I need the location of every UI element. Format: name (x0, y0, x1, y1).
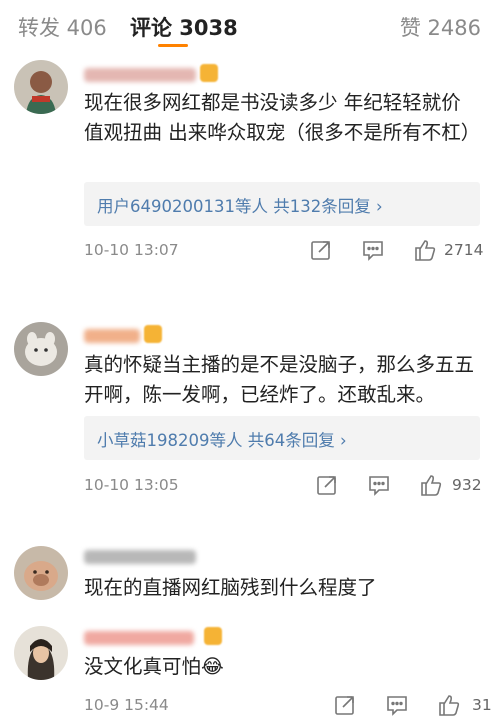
like-count: 2714 (444, 241, 484, 259)
vip-badge-icon (144, 325, 162, 343)
comment-icon[interactable] (384, 692, 410, 718)
username-blurred[interactable] (84, 550, 196, 564)
username-blurred[interactable] (84, 68, 196, 82)
comment-time: 10-9 15:44 (84, 696, 169, 714)
comment-text: 真的怀疑当主播的是不是没脑子，那么多五五开啊，陈一发啊，已经炸了。还敢乱来。 (84, 353, 475, 406)
comment-icon[interactable] (366, 472, 392, 498)
reply-summary[interactable]: 用户6490200131等人 共132条回复 › (84, 182, 480, 226)
comment-actions: 10-9 15:44 31 (84, 692, 492, 720)
username-blurred[interactable] (84, 631, 194, 645)
vip-badge-icon (204, 627, 222, 645)
repost-icon[interactable] (308, 237, 334, 263)
like-icon[interactable] (436, 692, 462, 718)
like-count: 932 (452, 476, 482, 494)
comment-actions: 10-10 13:05 932 (84, 472, 485, 500)
comment-text: 没文化真可怕😂 (84, 655, 224, 678)
like-count: 31 (472, 696, 492, 714)
avatar[interactable] (14, 546, 68, 600)
reply-summary-text: 小草菇198209等人 共64条回复 › (97, 431, 347, 450)
comment-tabs: 转发 406 评论 3038 赞 2486 (0, 0, 499, 56)
vip-badge-icon (200, 64, 218, 82)
reply-summary[interactable]: 小草菇198209等人 共64条回复 › (84, 416, 480, 460)
repost-icon[interactable] (314, 472, 340, 498)
like-icon[interactable] (418, 472, 444, 498)
comment-text: 现在很多网红都是书没读多少 年纪轻轻就价值观扭曲 出来哗众取宠（很多不是所有不杠… (84, 91, 481, 144)
username-blurred[interactable] (84, 329, 140, 343)
avatar[interactable] (14, 626, 68, 680)
comment-icon[interactable] (360, 237, 386, 263)
comment-time: 10-10 13:05 (84, 476, 179, 494)
active-tab-indicator (158, 44, 188, 47)
tab-likes[interactable]: 赞 2486 (400, 12, 481, 42)
comment-time: 10-10 13:07 (84, 241, 179, 259)
avatar[interactable] (14, 322, 68, 376)
like-icon[interactable] (412, 237, 438, 263)
comment-text: 现在的直播网红脑残到什么程度了 (84, 576, 377, 599)
avatar[interactable] (14, 60, 68, 114)
reply-summary-text: 用户6490200131等人 共132条回复 › (97, 197, 383, 216)
tab-comments[interactable]: 评论 3038 (130, 12, 238, 42)
comment-actions: 10-10 13:07 2714 (84, 237, 485, 265)
tab-repost[interactable]: 转发 406 (18, 12, 107, 42)
repost-icon[interactable] (332, 692, 358, 718)
